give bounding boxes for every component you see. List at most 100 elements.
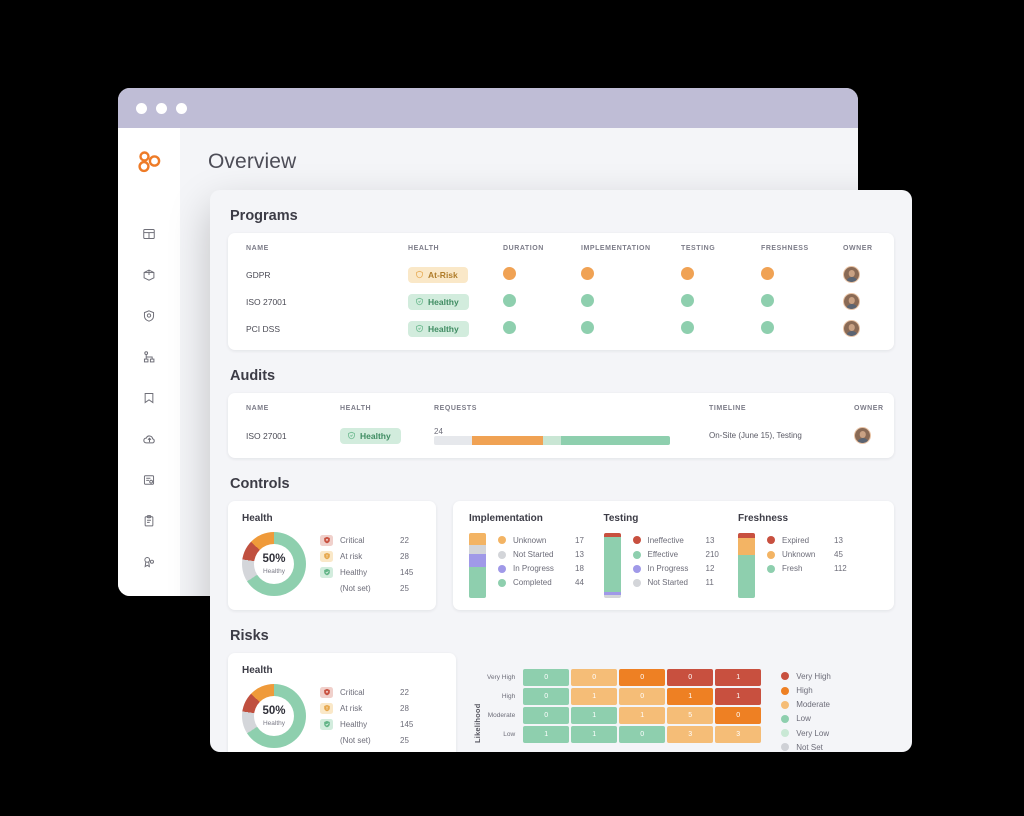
risk-matrix-cell[interactable]: 0 [715, 707, 762, 725]
risks-health-card: Health 50% Healthy Critical 22 At risk 28 He… [228, 653, 456, 752]
program-owner[interactable] [843, 288, 894, 315]
close-icon[interactable] [136, 102, 147, 114]
col-owner: OWNER [854, 405, 884, 412]
program-freshness [761, 261, 843, 288]
sidebar-item-org-chart[interactable] [136, 346, 162, 368]
legend-icon-empty [320, 735, 333, 746]
risk-matrix-cell[interactable]: 1 [715, 688, 762, 706]
legend-item: Unknown 17 [498, 533, 584, 547]
legend-label: In Progress [513, 564, 554, 574]
risk-matrix-ylabel: Likelihood [473, 703, 482, 744]
sidebar-item-evidence[interactable] [136, 469, 162, 491]
audit-requests: 24 [434, 421, 709, 450]
status-dot [503, 321, 516, 334]
freshness-stacked-bar [738, 533, 755, 599]
risk-matrix-cell[interactable]: 0 [619, 726, 666, 744]
health-badge-label: Healthy [360, 430, 391, 441]
risk-matrix-cell[interactable]: 0 [523, 669, 570, 687]
sidebar-item-security[interactable] [136, 305, 162, 327]
controls-health-title: Health [242, 513, 273, 525]
legend-value: 210 [705, 550, 719, 560]
risks-section-title: Risks [230, 628, 269, 645]
legend-color-dot [781, 743, 790, 752]
risk-matrix-cell[interactable]: 1 [571, 688, 618, 706]
legend-item: In Progress 12 [632, 562, 719, 576]
sidebar-item-risks[interactable] [136, 592, 162, 596]
risk-matrix-cell[interactable]: 5 [667, 707, 714, 725]
legend-label: Unknown [513, 535, 547, 545]
program-owner[interactable] [843, 261, 894, 288]
sidebar-item-tasks[interactable] [136, 510, 162, 532]
program-name: GDPR [246, 269, 271, 280]
risk-matrix-cell[interactable]: 0 [523, 707, 570, 725]
legend-item: In Progress 18 [498, 562, 584, 576]
controls-section-title: Controls [230, 476, 290, 493]
sidebar-item-dashboard[interactable] [136, 223, 162, 245]
risk-matrix-cell[interactable]: 0 [667, 669, 714, 687]
audit-owner[interactable] [854, 421, 894, 450]
program-implementation [581, 315, 681, 342]
audit-health: Healthy [340, 421, 434, 450]
legend-label: Ineffective [647, 535, 684, 545]
legend-label: (Not set) [340, 735, 371, 745]
stack-segment [603, 536, 621, 593]
legend-item: Ineffective 13 [632, 533, 719, 547]
risk-matrix-cell[interactable]: 1 [571, 726, 618, 744]
legend-value: 12 [705, 564, 715, 574]
legend-label: Healthy [340, 719, 368, 729]
status-dot [681, 294, 694, 307]
sidebar-item-bookmarks[interactable] [136, 387, 162, 409]
legend-item: (Not set) 25 [320, 732, 413, 748]
maximize-icon[interactable] [176, 102, 187, 114]
risk-matrix-cell[interactable]: 1 [523, 726, 570, 744]
risk-matrix-cell[interactable]: 0 [619, 669, 666, 687]
risk-matrix-legend: Very High High Moderate Low Very Low Not Set [781, 669, 831, 752]
program-health: Healthy [408, 315, 503, 342]
program-freshness [761, 315, 843, 342]
legend-color-dot [632, 578, 641, 587]
risk-matrix-row-label: Very High [487, 674, 516, 682]
logo-three-circles-icon[interactable] [135, 148, 163, 181]
sidebar-item-cloud[interactable] [136, 428, 162, 450]
testing-stacked-bar [603, 533, 621, 599]
col-health: HEALTH [408, 245, 440, 252]
request-segment [434, 436, 472, 446]
sidebar [118, 128, 180, 596]
donut-percent: 50% [262, 553, 286, 565]
program-owner[interactable] [843, 315, 894, 342]
legend-label: At risk [340, 551, 363, 561]
table-row[interactable]: GDPR At-Risk [228, 261, 894, 288]
request-segment [561, 436, 670, 446]
risk-matrix-cell[interactable]: 1 [667, 688, 714, 706]
legend-label: Moderate [796, 700, 830, 710]
legend-item: Not Set [781, 740, 831, 752]
legend-color-dot [767, 536, 775, 545]
shield-warning-icon [320, 702, 333, 714]
risk-matrix-cell[interactable]: 1 [715, 669, 762, 687]
risk-matrix: Very High 0 0 0 0 1 High 0 1 0 1 1 Moderate 0 1 1 5 0 Low 1… [485, 667, 763, 745]
testing-title: Testing [603, 513, 639, 525]
legend-label: Fresh [782, 564, 803, 574]
shield-check-icon [320, 566, 333, 578]
risk-matrix-row-label: High [501, 693, 516, 701]
table-row[interactable]: PCI DSS Healthy [228, 315, 894, 342]
risk-matrix-cell[interactable]: 1 [619, 707, 666, 725]
risk-matrix-cell[interactable]: 0 [523, 688, 570, 706]
sidebar-item-assets[interactable] [136, 264, 162, 286]
legend-label: Healthy [340, 567, 368, 577]
risk-matrix-cell[interactable]: 3 [715, 726, 762, 744]
minimize-icon[interactable] [156, 102, 167, 114]
risks-health-donut: 50% Healthy [242, 684, 306, 749]
legend-color-dot [781, 729, 790, 738]
table-row[interactable]: ISO 27001 Healthy [228, 288, 894, 315]
risk-matrix-cell[interactable]: 1 [571, 707, 618, 725]
sidebar-item-certifications[interactable] [136, 551, 162, 573]
freshness-block: Freshness Expired 13 Unknown 45 Fresh 112 [738, 513, 878, 599]
donut-center: 50% Healthy [254, 544, 294, 585]
risk-matrix-cell[interactable]: 0 [571, 669, 618, 687]
risk-matrix-cell[interactable]: 0 [619, 688, 666, 706]
request-segment [471, 436, 543, 446]
sidebar-nav [136, 223, 162, 596]
table-row[interactable]: ISO 27001 Healthy 24 On-Site (June 15), Tes… [228, 421, 894, 450]
risk-matrix-cell[interactable]: 3 [667, 726, 714, 744]
